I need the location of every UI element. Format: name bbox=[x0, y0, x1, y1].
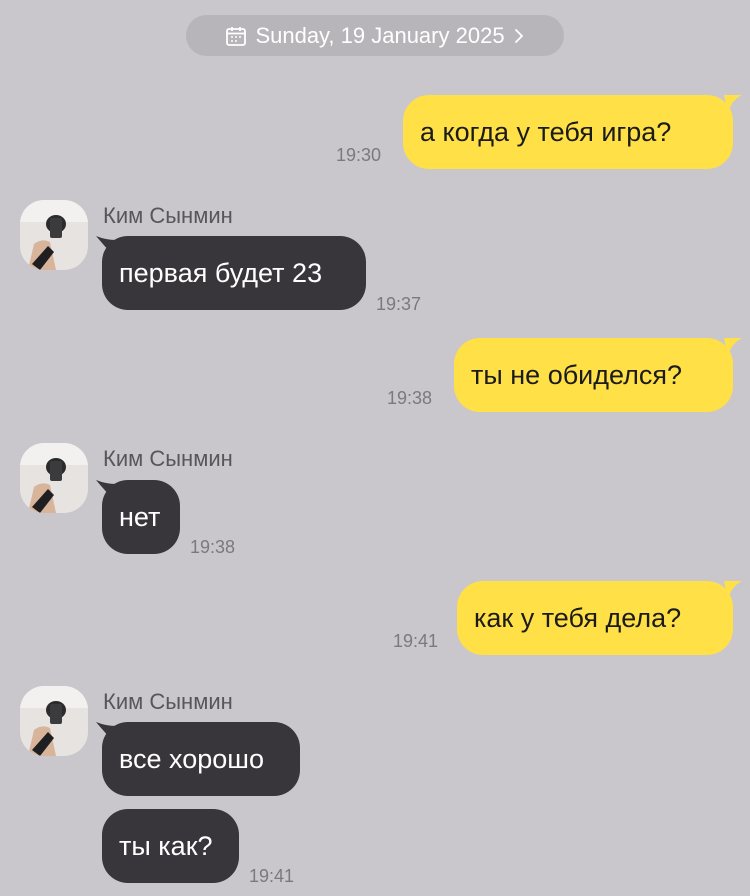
message-time: 19:38 bbox=[190, 537, 236, 557]
message-bubble-outgoing[interactable]: ты не обиделся? bbox=[454, 338, 733, 412]
message-text: ты как? bbox=[119, 830, 213, 861]
message-text: как у тебя дела? bbox=[474, 602, 682, 633]
message-text: ты не обиделся? bbox=[471, 359, 683, 390]
message-bubble-outgoing[interactable]: а когда у тебя игра? bbox=[403, 95, 733, 169]
message-time: 19:30 bbox=[336, 145, 382, 165]
avatar-image bbox=[20, 443, 88, 513]
message-text: нет bbox=[119, 501, 161, 532]
message-time: 19:41 bbox=[393, 631, 439, 651]
date-header-pill[interactable]: Sunday, 19 January 2025 bbox=[186, 15, 564, 56]
message-time: 19:41 bbox=[249, 866, 295, 886]
message-text: а когда у тебя игра? bbox=[420, 116, 672, 147]
bubble-tail bbox=[724, 338, 742, 358]
bubble-tail bbox=[724, 581, 742, 601]
chevron-right-icon bbox=[514, 28, 523, 43]
message-text: все хорошо bbox=[119, 743, 264, 774]
message-time: 19:37 bbox=[376, 294, 422, 314]
avatar[interactable] bbox=[20, 200, 88, 270]
avatar-image bbox=[20, 200, 88, 270]
message-bubble-incoming[interactable]: все хорошо bbox=[102, 722, 300, 796]
sender-name: Ким Сынмин bbox=[103, 689, 233, 714]
message-bubble-incoming[interactable]: ты как? bbox=[102, 809, 239, 883]
avatar[interactable] bbox=[20, 443, 88, 513]
calendar-icon bbox=[226, 26, 247, 46]
message-time: 19:38 bbox=[387, 388, 433, 408]
sender-name: Ким Сынмин bbox=[103, 446, 233, 471]
avatar[interactable] bbox=[20, 686, 88, 756]
message-bubble-incoming[interactable]: нет bbox=[102, 480, 180, 554]
bubble-tail bbox=[724, 95, 742, 115]
date-header-label: Sunday, 19 January 2025 bbox=[255, 22, 505, 48]
avatar-image bbox=[20, 686, 88, 756]
sender-name: Ким Сынмин bbox=[103, 203, 233, 228]
message-bubble-outgoing[interactable]: как у тебя дела? bbox=[457, 581, 733, 655]
message-text: первая будет 23 bbox=[119, 257, 323, 288]
message-bubble-incoming[interactable]: первая будет 23 bbox=[102, 236, 366, 310]
